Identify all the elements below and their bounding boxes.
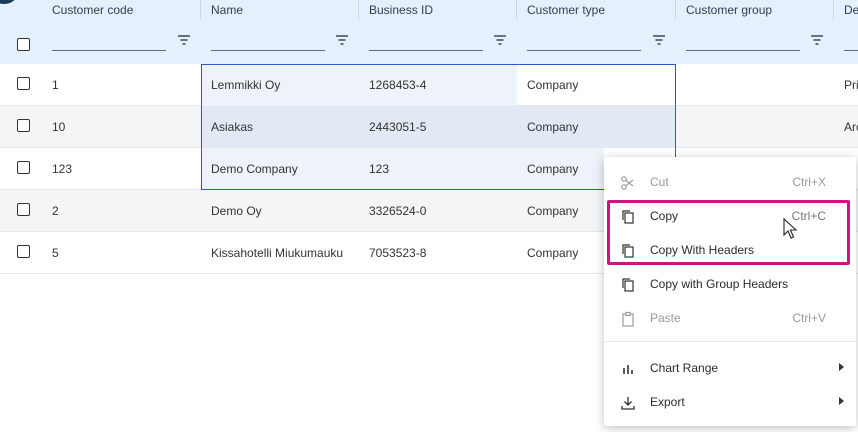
cell-customer-code[interactable]: 1 [52,64,201,106]
filter-input-partial[interactable] [844,50,858,51]
chevron-right-icon [839,397,844,405]
filter-icon[interactable] [652,33,666,47]
cell-customer-code[interactable]: 2 [52,190,201,232]
chevron-right-icon [839,363,844,371]
filter-input-customer-code[interactable] [52,50,166,51]
filter-input-customer-group[interactable] [686,50,800,51]
cell-customer-group[interactable] [676,64,834,106]
filter-input-customer-type[interactable] [527,50,641,51]
column-header-label: Customer code [52,3,134,17]
row-checkbox[interactable] [17,203,30,216]
cell-name[interactable]: Demo Oy [201,190,359,232]
copy-icon [622,278,634,292]
grid-header: Customer code Name Business ID Customer … [0,0,858,64]
cell-business-id[interactable]: 7053523-8 [359,232,517,274]
cell-partial[interactable]: Pri [844,64,858,106]
menu-item-cut[interactable]: Cut Ctrl+X [604,167,856,197]
menu-item-paste[interactable]: Paste Ctrl+V [604,303,856,333]
filter-icon[interactable] [177,33,191,47]
cell-customer-type[interactable]: Company [517,190,604,232]
filter-icon[interactable] [335,33,349,47]
cell-partial[interactable]: Arc [844,106,858,148]
cell-name[interactable]: Kissahotelli Miukumauku [201,232,359,274]
column-header-partial[interactable]: De [834,0,858,64]
column-header-customer-code[interactable]: Customer code [42,0,201,64]
cell-customer-code[interactable]: 123 [52,148,201,190]
row-checkbox[interactable] [17,245,30,258]
menu-item-shortcut: Ctrl+X [792,175,826,189]
cell-name[interactable]: Demo Company [201,148,359,190]
row-checkbox[interactable] [17,161,30,174]
mouse-cursor-icon [783,218,797,239]
column-header-customer-group[interactable]: Customer group [676,0,834,64]
column-header-customer-type[interactable]: Customer type [517,0,676,64]
filter-input-name[interactable] [211,50,325,51]
menu-item-chart-range[interactable]: Chart Range [604,353,856,383]
cell-customer-group[interactable] [676,106,834,148]
column-header-name[interactable]: Name [201,0,359,64]
filter-input-business-id[interactable] [369,50,483,51]
download-icon [621,397,635,410]
filter-icon[interactable] [493,33,507,47]
column-header-business-id[interactable]: Business ID [359,0,517,64]
filter-icon[interactable] [810,33,824,47]
column-header-label: De [844,3,858,17]
corner-badge [0,0,16,4]
column-header-label: Name [211,3,244,17]
cell-customer-type[interactable]: Company [517,148,604,190]
row-checkbox[interactable] [17,77,30,90]
cell-customer-code[interactable]: 5 [52,232,201,274]
menu-item-label: Paste [650,311,681,325]
menu-item-label: Chart Range [650,361,719,375]
cell-name[interactable]: Lemmikki Oy [201,64,359,106]
cell-customer-type[interactable]: Company [517,232,604,274]
table-row[interactable]: 1 Lemmikki Oy 1268453-4 Company Pri [0,64,858,106]
cell-customer-type[interactable]: Company [517,106,676,148]
menu-item-label: Export [650,395,685,409]
cell-business-id[interactable]: 2443051-5 [359,106,517,148]
cell-customer-code[interactable]: 10 [52,106,201,148]
scissors-icon [621,176,634,190]
cell-business-id[interactable]: 123 [359,148,517,190]
column-header-label: Business ID [369,3,434,17]
menu-item-copy-with-group-headers[interactable]: Copy with Group Headers [604,269,856,299]
menu-item-export[interactable]: Export [604,387,856,417]
menu-item-label: Cut [650,175,669,189]
column-header-label: Customer type [527,3,606,17]
bar-chart-icon [623,365,633,374]
cell-name[interactable]: Asiakas [201,106,359,148]
menu-item-label: Copy with Group Headers [650,277,789,291]
menu-separator [604,341,856,342]
column-header-label: Customer group [686,3,773,17]
cell-business-id[interactable]: 1268453-4 [359,64,517,106]
cell-customer-type[interactable]: Company [517,64,676,106]
select-all-checkbox[interactable] [17,38,30,51]
context-menu: Cut Ctrl+X Copy Ctrl+C Copy With Headers… [604,157,856,426]
cell-business-id[interactable]: 3326524-0 [359,190,517,232]
clipboard-icon [622,311,634,327]
menu-item-shortcut: Ctrl+V [792,311,826,325]
row-checkbox[interactable] [17,119,30,132]
table-row[interactable]: 10 Asiakas 2443051-5 Company Arc [0,106,858,148]
annotation-highlight-box [607,200,850,265]
